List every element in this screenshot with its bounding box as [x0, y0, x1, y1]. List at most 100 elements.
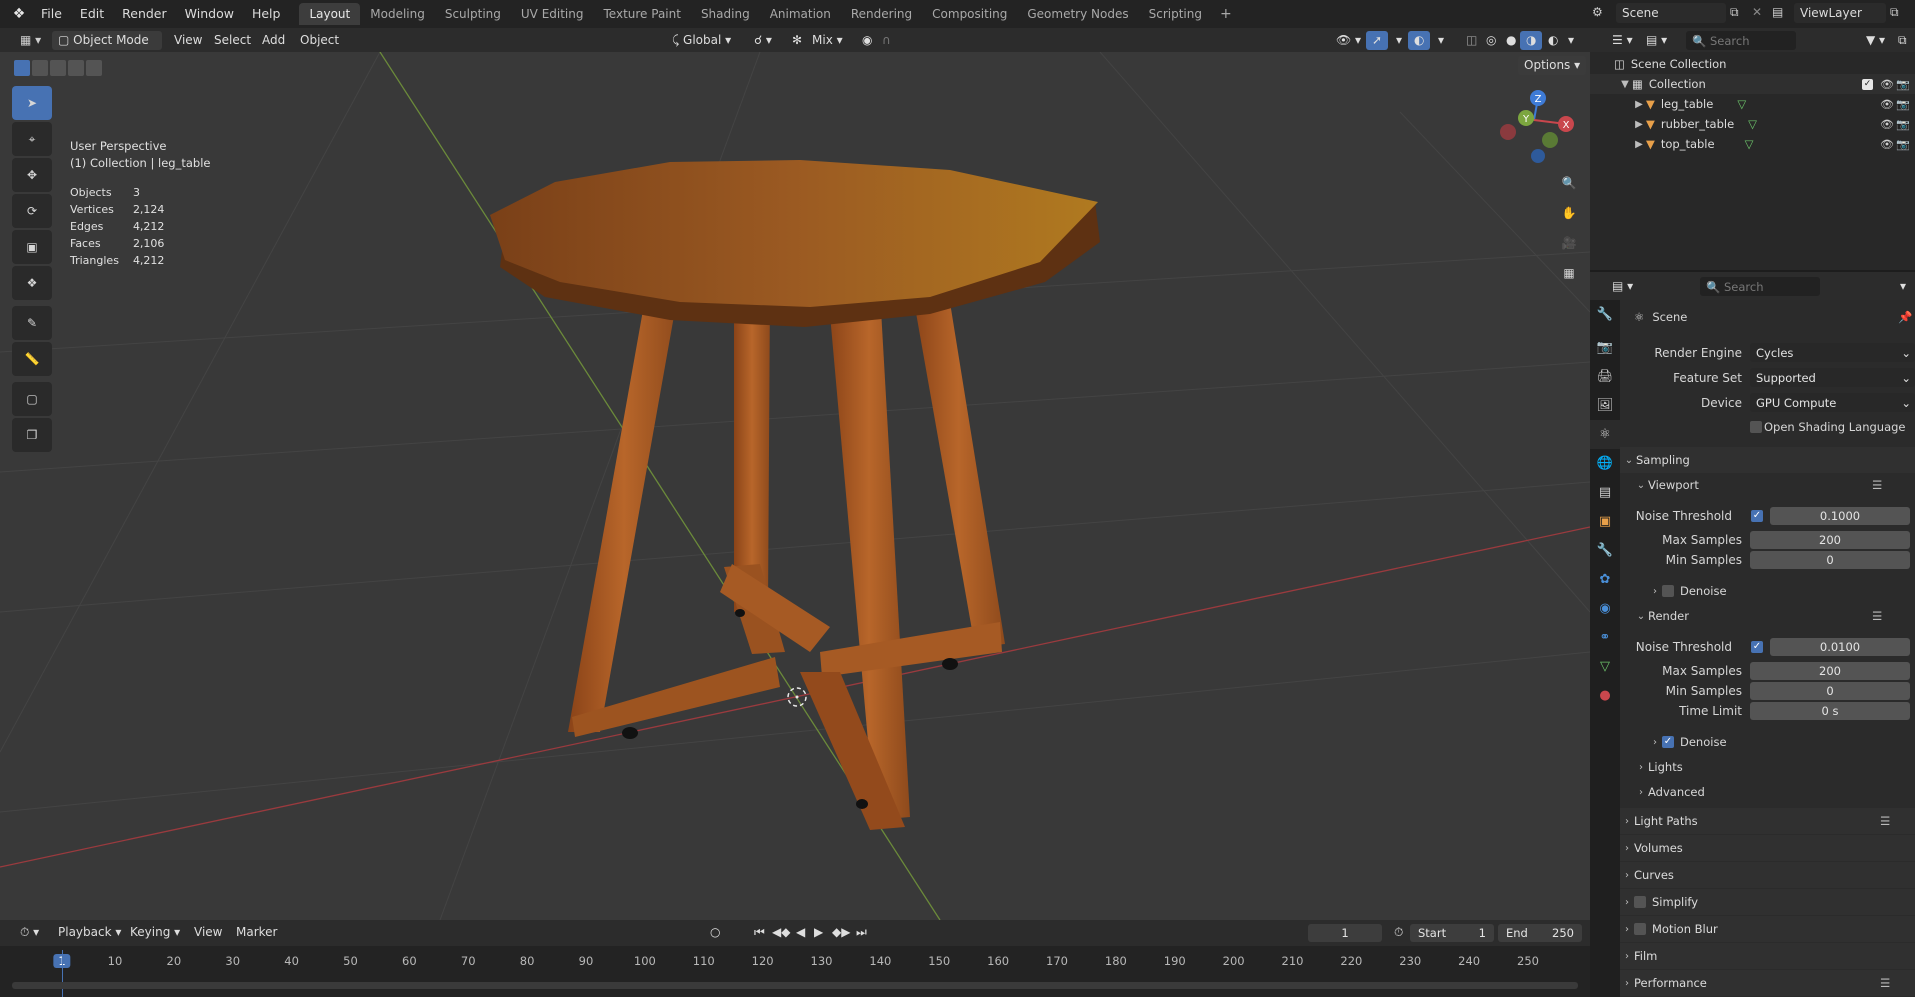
outliner-scene-collection[interactable]: ◫ Scene Collection	[1590, 54, 1915, 74]
select-intersect-icon[interactable]	[86, 60, 102, 76]
advanced-subpanel[interactable]: › Advanced	[1620, 781, 1915, 803]
tab-layout[interactable]: Layout	[299, 3, 361, 25]
menu-playback[interactable]: Playback ▾	[52, 923, 127, 942]
particles-tab-icon[interactable]: ✿	[1590, 565, 1620, 594]
add-cube-tool-icon[interactable]: ▢	[12, 382, 52, 416]
preset-list-icon[interactable]: ☰	[1880, 976, 1890, 990]
volumes-panel[interactable]: › Volumes	[1620, 835, 1915, 861]
scale-tool-icon[interactable]: ▣	[12, 230, 52, 264]
3d-viewport[interactable]: Z X Y Options ▾ ➤ ⌖ ✥ ⟳ ▣ ❖ ✎ 📏 ▢ ❐ User…	[0, 52, 1590, 920]
shading-dropdown-icon[interactable]: ▾	[1562, 31, 1580, 50]
outliner-item[interactable]: ▶ ▼ leg_table ▽ 👁 📷	[1590, 94, 1915, 114]
overlays-toggle-icon[interactable]: ◐	[1408, 31, 1431, 50]
autokey-record-icon[interactable]: ○	[704, 923, 726, 942]
blender-logo-icon[interactable]: ❖	[6, 4, 32, 24]
outliner-collection[interactable]: ▼ ▦ Collection ✓ 👁 📷	[1590, 74, 1915, 94]
viewport-subpanel-header[interactable]: ⌄ Viewport ☰	[1620, 474, 1915, 496]
editor-type-icon[interactable]: ▦ ▾	[14, 31, 47, 50]
new-view-layer-icon[interactable]: ⧉	[1890, 5, 1899, 20]
cursor-tool-icon[interactable]: ⌖	[12, 122, 52, 156]
tab-modeling[interactable]: Modeling	[360, 3, 435, 25]
outliner-item[interactable]: ▶ ▼ top_table ▽ 👁 📷	[1590, 134, 1915, 154]
object-tab-icon[interactable]: ▣	[1590, 507, 1620, 536]
r-noise-threshold-checkbox[interactable]: ✓	[1751, 641, 1763, 653]
vp-noise-threshold-field[interactable]: 0.1000	[1770, 507, 1910, 525]
render-camera-icon[interactable]: 📷	[1896, 78, 1910, 91]
simplify-checkbox[interactable]	[1634, 896, 1646, 908]
feature-set-dropdown[interactable]: Supported ⌄	[1750, 368, 1915, 387]
properties-options-icon[interactable]: ▾	[1894, 277, 1912, 296]
preset-list-icon[interactable]: ☰	[1880, 814, 1890, 828]
r-denoise-subpanel[interactable]: › ✓ Denoise	[1620, 731, 1915, 753]
light-paths-panel[interactable]: › Light Paths ☰	[1620, 808, 1915, 834]
r-denoise-checkbox[interactable]: ✓	[1662, 736, 1674, 748]
tab-shading[interactable]: Shading	[691, 3, 760, 25]
view-layer-icon[interactable]: ▤	[1772, 5, 1783, 19]
vp-max-samples-field[interactable]: 200	[1750, 531, 1910, 549]
menu-file[interactable]: File	[32, 3, 71, 25]
menu-object[interactable]: Object	[294, 31, 345, 50]
vp-min-samples-field[interactable]: 0	[1750, 551, 1910, 569]
tab-geometry-nodes[interactable]: Geometry Nodes	[1017, 3, 1138, 25]
film-panel[interactable]: › Film	[1620, 943, 1915, 969]
ortho-grid-icon[interactable]: ▦	[1556, 260, 1582, 286]
performance-panel[interactable]: › Performance ☰	[1620, 970, 1915, 996]
menu-window[interactable]: Window	[176, 3, 243, 25]
falloff-icon[interactable]: ∩	[876, 31, 897, 50]
output-tab-icon[interactable]: 🖨	[1590, 362, 1620, 391]
menu-select[interactable]: Select	[208, 31, 257, 50]
display-mode-icon[interactable]: ▤ ▾	[1640, 31, 1673, 50]
annotate-tool-icon[interactable]: ✎	[12, 306, 52, 340]
new-scene-icon[interactable]: ⧉	[1730, 5, 1739, 20]
vp-denoise-checkbox[interactable]	[1662, 585, 1674, 597]
expand-arrow-icon[interactable]: ▶	[1632, 99, 1646, 110]
start-frame-field[interactable]: Start 1	[1410, 924, 1494, 942]
lights-subpanel[interactable]: › Lights	[1620, 756, 1915, 778]
menu-render[interactable]: Render	[113, 3, 176, 25]
current-frame-field[interactable]: 1	[1308, 924, 1382, 942]
preview-range-icon[interactable]: ⏱	[1388, 923, 1409, 942]
snap-icon[interactable]: ✻	[786, 31, 808, 50]
end-frame-field[interactable]: End 250	[1498, 924, 1582, 942]
delete-scene-icon[interactable]: ✕	[1752, 5, 1762, 19]
measure-tool-icon[interactable]: 📏	[12, 342, 52, 376]
tab-animation[interactable]: Animation	[760, 3, 841, 25]
collapse-arrow-icon[interactable]: ▼	[1618, 79, 1632, 90]
world-tab-icon[interactable]: 🌐	[1590, 449, 1620, 478]
include-checkbox[interactable]: ✓	[1862, 78, 1873, 90]
modifier-tab-icon[interactable]: 🔧	[1590, 536, 1620, 565]
jump-end-icon[interactable]: ⏭	[850, 923, 873, 942]
r-min-samples-field[interactable]: 0	[1750, 682, 1910, 700]
scene-icon[interactable]: ⚙	[1592, 5, 1603, 19]
menu-timeline-view[interactable]: View	[188, 923, 228, 942]
visibility-icon[interactable]: 👁 ▾	[1330, 31, 1367, 50]
properties-search-input[interactable]: 🔍 Search	[1700, 277, 1820, 296]
expand-arrow-icon[interactable]: ▶	[1632, 119, 1646, 130]
render-camera-icon[interactable]: 📷	[1896, 138, 1910, 151]
constraints-tab-icon[interactable]: ⚭	[1590, 623, 1620, 652]
visibility-eye-icon[interactable]: 👁	[1880, 118, 1894, 131]
tab-scripting[interactable]: Scripting	[1139, 3, 1212, 25]
preset-list-icon[interactable]: ☰	[1872, 609, 1882, 623]
sampling-section-header[interactable]: ⌄ Sampling	[1620, 447, 1915, 473]
mode-dropdown[interactable]: ▢ Object Mode ▾	[52, 31, 162, 66]
menu-view[interactable]: View	[168, 31, 208, 50]
pin-icon[interactable]: 📌	[1898, 310, 1912, 324]
expand-arrow-icon[interactable]: ▶	[1632, 139, 1646, 150]
pivot-point-icon[interactable]: ☌ ▾	[748, 31, 778, 50]
render-camera-icon[interactable]: 📷	[1896, 98, 1910, 111]
tab-texture-paint[interactable]: Texture Paint	[594, 3, 691, 25]
material-shading-icon[interactable]: ◑	[1520, 31, 1543, 50]
render-camera-icon[interactable]: 📷	[1896, 118, 1910, 131]
render-tab-icon[interactable]: 📷	[1590, 333, 1620, 362]
add-workspace-icon[interactable]: +	[1212, 6, 1240, 22]
properties-editor-type-icon[interactable]: ▤ ▾	[1606, 277, 1639, 296]
r-noise-threshold-field[interactable]: 0.0100	[1770, 638, 1910, 656]
new-collection-icon[interactable]: ⧉	[1892, 31, 1913, 50]
curves-panel[interactable]: › Curves	[1620, 862, 1915, 888]
tab-compositing[interactable]: Compositing	[922, 3, 1017, 25]
scene-selector[interactable]: Scene	[1616, 3, 1726, 23]
motion-blur-panel[interactable]: › Motion Blur	[1620, 916, 1915, 942]
filter-icon[interactable]: ▼ ▾	[1860, 31, 1891, 50]
r-max-samples-field[interactable]: 200	[1750, 662, 1910, 680]
